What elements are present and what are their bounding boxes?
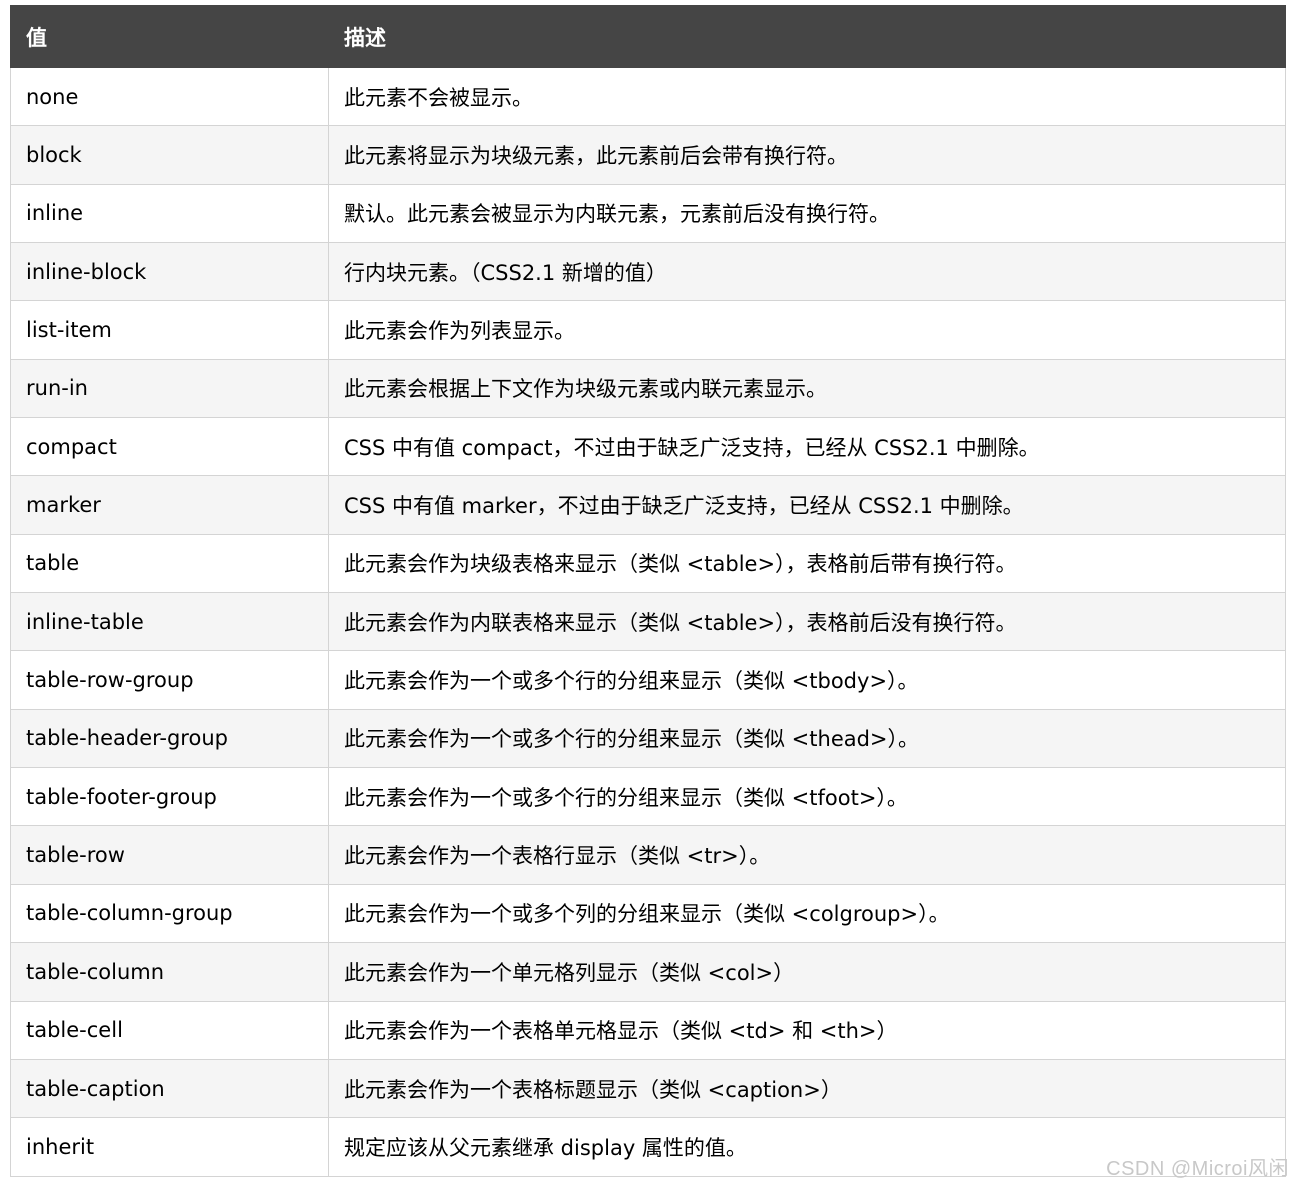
table-row: run-in 此元素会根据上下文作为块级元素或内联元素显示。 [10,358,1286,419]
value-cell: table-footer-group [10,767,329,827]
header-row: 值 描述 [10,5,1286,68]
table-row: inline 默认。此元素会被显示为内联元素，元素前后没有换行符。 [10,183,1286,244]
table-row: table-row 此元素会作为一个表格行显示（类似 <tr>）。 [10,825,1286,885]
description-cell: CSS 中有值 compact，不过由于缺乏广泛支持，已经从 CSS2.1 中删… [328,417,1286,477]
description-cell: 此元素将显示为块级元素，此元素前后会带有换行符。 [328,125,1286,185]
value-cell: inline [10,183,329,244]
header-value: 值 [10,5,329,68]
value-cell: table-caption [10,1058,329,1119]
description-cell: 此元素会作为一个或多个行的分组来显示（类似 <thead>）。 [328,708,1286,769]
value-cell: none [10,66,329,127]
table-row: table-cell 此元素会作为一个表格单元格显示（类似 <td> 和 <th>… [10,1000,1286,1060]
value-cell: table-cell [10,1000,329,1060]
header-description: 描述 [328,5,1286,68]
description-cell: 此元素会作为一个或多个列的分组来显示（类似 <colgroup>）。 [328,883,1286,944]
value-cell: table-column [10,942,329,1002]
value-cell: table-row-group [10,650,329,710]
value-cell: table-header-group [10,708,329,769]
table-row: table-caption 此元素会作为一个表格标题显示（类似 <caption>… [10,1058,1286,1119]
display-values-table-container: 值 描述 none 此元素不会被显示。 block 此元素将显示为块级元素，此元素前后… [10,5,1286,1177]
value-cell: inherit [10,1117,329,1177]
table-row: table 此元素会作为块级表格来显示（类似 <table>），表格前后带有换行符… [10,533,1286,594]
table-row: compact CSS 中有值 compact，不过由于缺乏广泛支持，已经从 CS… [10,417,1286,477]
table-body: none 此元素不会被显示。 block 此元素将显示为块级元素，此元素前后会带有换行… [10,66,1286,1177]
description-cell: 此元素会作为一个表格行显示（类似 <tr>）。 [328,825,1286,885]
table-row: inherit 规定应该从父元素继承 display 属性的值。 [10,1117,1286,1177]
description-cell: 此元素会根据上下文作为块级元素或内联元素显示。 [328,358,1286,419]
table-row: inline-block 行内块元素。（CSS2.1 新增的值） [10,242,1286,302]
value-cell: table-column-group [10,883,329,944]
table-header: 值 描述 [10,5,1286,68]
table-row: table-row-group 此元素会作为一个或多个行的分组来显示（类似 <tb… [10,650,1286,710]
table-row: list-item 此元素会作为列表显示。 [10,300,1286,360]
value-cell: table [10,533,329,594]
description-cell: 此元素会作为一个或多个行的分组来显示（类似 <tbody>）。 [328,650,1286,710]
display-values-table: 值 描述 none 此元素不会被显示。 block 此元素将显示为块级元素，此元素前后… [10,5,1286,1177]
description-cell: 此元素会作为一个表格标题显示（类似 <caption>） [328,1058,1286,1119]
description-cell: 此元素会作为一个单元格列显示（类似 <col>） [328,942,1286,1002]
value-cell: block [10,125,329,185]
table-row: table-column 此元素会作为一个单元格列显示（类似 <col>） [10,942,1286,1002]
description-cell: 此元素会作为内联表格来显示（类似 <table>），表格前后没有换行符。 [328,592,1286,652]
table-row: marker CSS 中有值 marker，不过由于缺乏广泛支持，已经从 CSS2… [10,475,1286,535]
description-cell: 默认。此元素会被显示为内联元素，元素前后没有换行符。 [328,183,1286,244]
description-cell: 此元素会作为一个表格单元格显示（类似 <td> 和 <th>） [328,1000,1286,1060]
table-row: inline-table 此元素会作为内联表格来显示（类似 <table>），表格… [10,592,1286,652]
value-cell: table-row [10,825,329,885]
value-cell: compact [10,417,329,477]
table-row: none 此元素不会被显示。 [10,66,1286,127]
value-cell: inline-table [10,592,329,652]
description-cell: CSS 中有值 marker，不过由于缺乏广泛支持，已经从 CSS2.1 中删除… [328,475,1286,535]
value-cell: marker [10,475,329,535]
value-cell: run-in [10,358,329,419]
watermark: CSDN @Microi风闲 [1106,1158,1289,1180]
description-cell: 此元素会作为一个或多个行的分组来显示（类似 <tfoot>）。 [328,767,1286,827]
table-row: table-column-group 此元素会作为一个或多个列的分组来显示（类似 … [10,883,1286,944]
table-row: table-header-group 此元素会作为一个或多个行的分组来显示（类似 … [10,708,1286,769]
table-row: table-footer-group 此元素会作为一个或多个行的分组来显示（类似 … [10,767,1286,827]
value-cell: inline-block [10,242,329,302]
value-cell: list-item [10,300,329,360]
description-cell: 此元素会作为块级表格来显示（类似 <table>），表格前后带有换行符。 [328,533,1286,594]
table-row: block 此元素将显示为块级元素，此元素前后会带有换行符。 [10,125,1286,185]
description-cell: 行内块元素。（CSS2.1 新增的值） [328,242,1286,302]
description-cell: 此元素不会被显示。 [328,66,1286,127]
description-cell: 此元素会作为列表显示。 [328,300,1286,360]
